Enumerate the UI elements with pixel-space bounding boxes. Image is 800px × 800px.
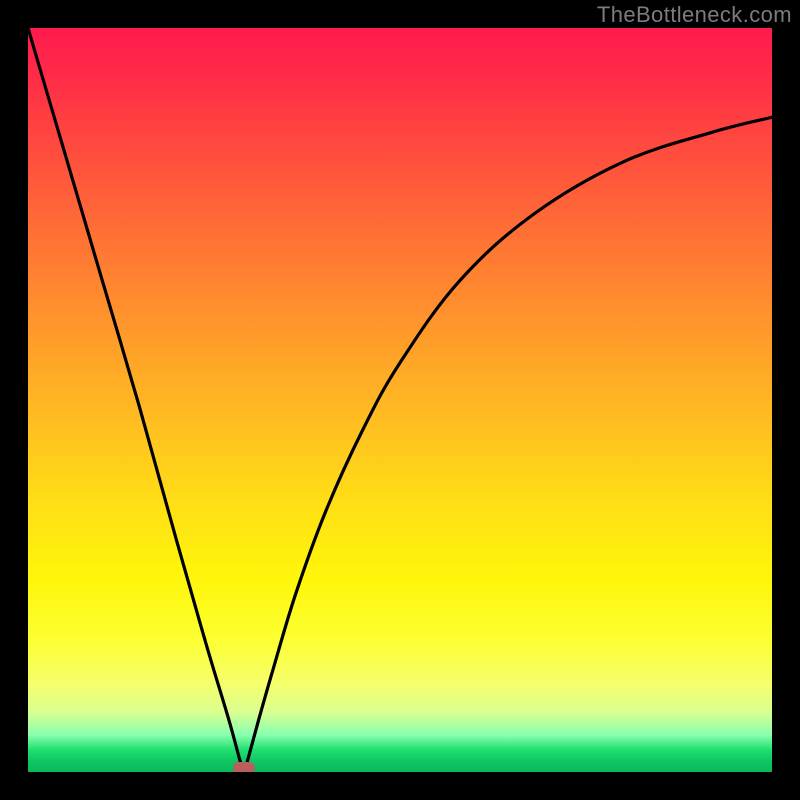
watermark-text: TheBottleneck.com — [597, 2, 792, 28]
plot-area — [28, 28, 772, 772]
chart-frame: TheBottleneck.com — [0, 0, 800, 800]
curve-svg — [28, 28, 772, 772]
minimum-marker — [233, 762, 255, 772]
bottleneck-curve — [28, 28, 772, 772]
